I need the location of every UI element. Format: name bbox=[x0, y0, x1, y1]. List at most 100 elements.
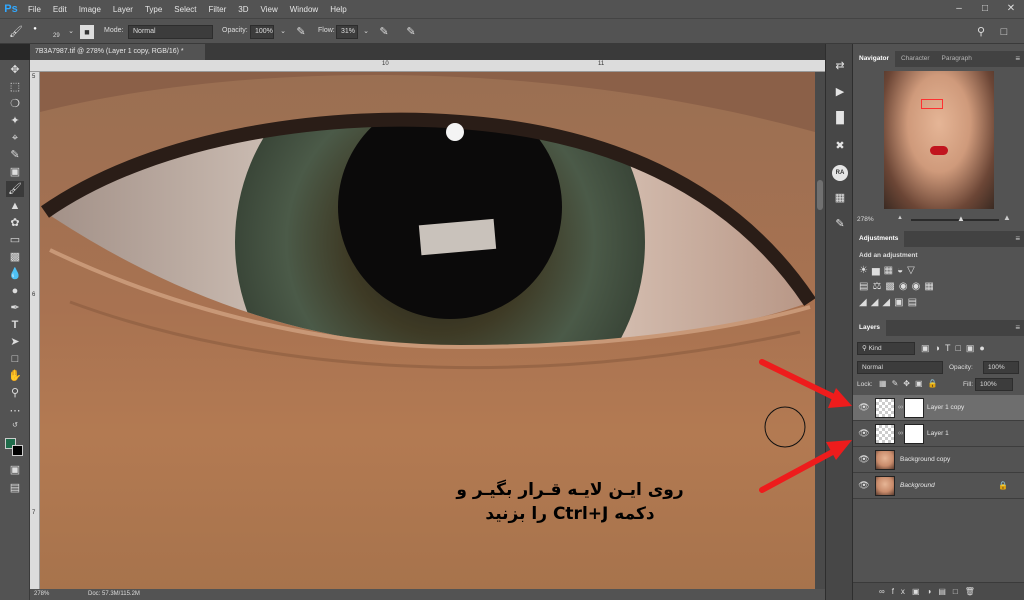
menu-help[interactable]: Help bbox=[324, 5, 352, 14]
link-icon[interactable]: ∞ bbox=[898, 404, 903, 411]
info-panel-icon[interactable]: ▦ bbox=[832, 190, 848, 206]
menu-layer[interactable]: Layer bbox=[107, 5, 139, 14]
tab-character[interactable]: Character bbox=[895, 51, 936, 67]
eyedropper-tool-icon[interactable]: ✎ bbox=[6, 147, 24, 163]
selective-color-icon[interactable]: ▣ bbox=[894, 297, 907, 308]
brush-preset-icon[interactable]: ● bbox=[27, 21, 43, 37]
filter-shape-icon[interactable]: □ bbox=[955, 343, 965, 353]
pressure-size-icon[interactable]: ✎ bbox=[403, 24, 419, 40]
mode-select[interactable]: Normal bbox=[128, 25, 213, 39]
history-panel-icon[interactable]: ⇄ bbox=[832, 58, 848, 74]
workspace-icon[interactable]: □ bbox=[996, 24, 1012, 40]
photo-filter-icon[interactable]: ◉ bbox=[899, 281, 912, 292]
spot-healing-tool-icon[interactable]: ▣ bbox=[6, 164, 24, 180]
lock-all-icon[interactable]: 🔒 bbox=[928, 379, 943, 388]
menu-view[interactable]: View bbox=[255, 5, 284, 14]
marquee-tool-icon[interactable]: ⬚ bbox=[6, 79, 24, 95]
navigator-thumbnail[interactable] bbox=[884, 71, 994, 209]
brush-presets-icon[interactable]: ✎ bbox=[832, 216, 848, 232]
screen-mode-icon[interactable]: ▤ bbox=[6, 480, 24, 496]
background-color-swatch[interactable] bbox=[12, 445, 23, 456]
close-icon[interactable]: ✕ bbox=[998, 0, 1024, 18]
tab-paragraph[interactable]: Paragraph bbox=[936, 51, 978, 67]
color-lookup-icon[interactable]: ▦ bbox=[924, 281, 937, 292]
hand-tool-icon[interactable]: ✋ bbox=[6, 368, 24, 384]
lock-artboard-icon[interactable]: ▣ bbox=[915, 379, 928, 388]
swap-colors-icon[interactable]: ↺ bbox=[6, 418, 24, 434]
tab-adjustments[interactable]: Adjustments bbox=[853, 231, 905, 247]
zoom-level[interactable]: 278% bbox=[34, 591, 49, 597]
menu-image[interactable]: Image bbox=[73, 5, 107, 14]
brightness-icon[interactable]: ☀ bbox=[859, 265, 872, 276]
menu-select[interactable]: Select bbox=[168, 5, 202, 14]
layer-style-icon[interactable]: fx bbox=[892, 587, 912, 596]
navigator-zoom[interactable]: 278% bbox=[857, 216, 874, 223]
filter-smart-icon[interactable]: ▣ bbox=[966, 343, 980, 353]
pen-tool-icon[interactable]: ✒ bbox=[6, 300, 24, 316]
lock-position-icon[interactable]: ✥ bbox=[903, 379, 915, 388]
menu-edit[interactable]: Edit bbox=[47, 5, 73, 14]
link-layers-icon[interactable]: ∞ bbox=[879, 587, 892, 596]
layer-opacity-input[interactable]: 100% bbox=[983, 361, 1019, 374]
color-balance-icon[interactable]: ⚖ bbox=[872, 281, 885, 292]
zoom-slider[interactable] bbox=[911, 219, 999, 221]
filter-pixel-icon[interactable]: ▣ bbox=[921, 343, 935, 353]
panel-menu-icon[interactable]: ≡ bbox=[1015, 320, 1020, 336]
histogram-icon[interactable]: █ bbox=[832, 110, 848, 126]
chevron-down-icon[interactable]: ⌄ bbox=[63, 24, 79, 40]
posterize-icon[interactable]: ◢ bbox=[871, 297, 883, 308]
path-selection-tool-icon[interactable]: ➤ bbox=[6, 334, 24, 350]
maximize-icon[interactable]: □ bbox=[972, 0, 998, 18]
crop-tool-icon[interactable]: ⌖ bbox=[6, 130, 24, 146]
retouch-plugin-icon[interactable]: RA bbox=[832, 165, 848, 181]
layer-row[interactable]: 👁 Background 🔒 bbox=[853, 473, 1024, 499]
menu-type[interactable]: Type bbox=[139, 5, 168, 14]
navigator-view-box[interactable] bbox=[921, 99, 943, 109]
more-tools-icon[interactable]: ⋯ bbox=[6, 403, 24, 419]
lasso-tool-icon[interactable]: ❍ bbox=[6, 96, 24, 112]
layer-filter-kind[interactable]: ⚲ Kind bbox=[857, 342, 915, 355]
threshold-icon[interactable]: ◢ bbox=[882, 297, 894, 308]
invert-icon[interactable]: ◢ bbox=[859, 297, 871, 308]
scrollbar-thumb[interactable] bbox=[817, 180, 823, 210]
menu-filter[interactable]: Filter bbox=[203, 5, 233, 14]
history-brush-tool-icon[interactable]: ✿ bbox=[6, 215, 24, 231]
lock-transparent-icon[interactable]: ▦ bbox=[879, 379, 892, 388]
brush-tool-icon[interactable]: 🖌 bbox=[8, 24, 24, 40]
zoom-in-icon[interactable]: ▲ bbox=[1003, 213, 1011, 222]
blend-mode-select[interactable]: Normal bbox=[857, 361, 943, 374]
fill-input[interactable]: 100% bbox=[975, 378, 1013, 391]
zoom-slider-handle[interactable]: ▲ bbox=[957, 214, 965, 223]
dodge-tool-icon[interactable]: ● bbox=[6, 283, 24, 299]
layer-mask-thumbnail[interactable] bbox=[904, 398, 924, 418]
layer-row[interactable]: 👁 Background copy bbox=[853, 447, 1024, 473]
new-group-icon[interactable]: ▤ bbox=[938, 587, 953, 596]
lock-image-icon[interactable]: ✎ bbox=[892, 379, 904, 388]
tools-preset-icon[interactable]: ✖ bbox=[832, 138, 848, 154]
panel-menu-icon[interactable]: ≡ bbox=[1015, 231, 1020, 247]
opacity-dropdown-icon[interactable]: ⌄ bbox=[275, 24, 291, 40]
link-icon[interactable]: ∞ bbox=[898, 430, 903, 437]
add-mask-icon[interactable]: ▣ bbox=[912, 587, 927, 596]
search-icon[interactable]: ⚲ bbox=[973, 24, 989, 40]
levels-icon[interactable]: ▅ bbox=[872, 265, 884, 276]
new-adjustment-icon[interactable]: ◑ bbox=[927, 587, 939, 596]
eraser-tool-icon[interactable]: ▭ bbox=[6, 232, 24, 248]
minimize-icon[interactable]: – bbox=[946, 0, 972, 18]
zoom-tool-icon[interactable]: ⚲ bbox=[6, 385, 24, 401]
vertical-scrollbar[interactable] bbox=[815, 72, 825, 589]
vibrance-icon[interactable]: ▽ bbox=[907, 265, 919, 276]
black-white-icon[interactable]: ▩ bbox=[885, 281, 898, 292]
delete-layer-icon[interactable]: 🗑 bbox=[965, 587, 982, 596]
pressure-opacity-icon[interactable]: ✎ bbox=[293, 24, 309, 40]
layer-mask-thumbnail[interactable] bbox=[904, 424, 924, 444]
panel-menu-icon[interactable]: ≡ bbox=[1015, 51, 1020, 67]
filter-adjustment-icon[interactable]: ◑ bbox=[935, 343, 945, 353]
zoom-out-icon[interactable]: ▲ bbox=[897, 215, 903, 221]
quick-select-tool-icon[interactable]: ✦ bbox=[6, 113, 24, 129]
hue-saturation-icon[interactable]: ▤ bbox=[859, 281, 872, 292]
filter-toggle-icon[interactable]: ● bbox=[979, 343, 989, 353]
menu-window[interactable]: Window bbox=[284, 5, 324, 14]
flow-dropdown-icon[interactable]: ⌄ bbox=[358, 24, 374, 40]
tab-layers[interactable]: Layers bbox=[853, 320, 886, 336]
